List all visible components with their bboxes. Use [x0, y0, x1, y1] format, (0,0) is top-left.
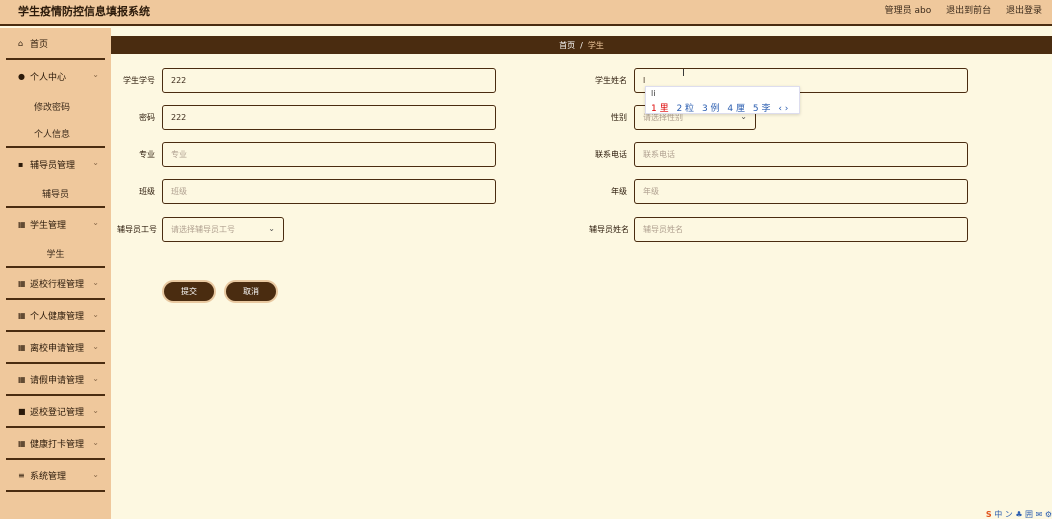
sidebar-item-counselor-mgmt[interactable]: ▪ 辅导员管理 ⌄ [6, 148, 105, 180]
sidebar-item-leave-school-mgmt[interactable]: ▦ 离校申请管理 ⌄ [6, 332, 105, 364]
sidebar-item-return-trip-mgmt[interactable]: ▦ 返校行程管理 ⌄ [6, 268, 105, 300]
chevron-down-icon: ⌄ [92, 310, 99, 319]
phone-field[interactable]: 联系电话 [634, 142, 968, 167]
sidebar-item-return-register-mgmt[interactable]: ■ 返校登记管理 ⌄ [6, 396, 105, 428]
ime-candidate-popup: li 1 里 2 粒 3 例 4 厘 5 李 ‹ › [645, 86, 800, 114]
menu-icon: ≡ [18, 470, 25, 480]
sidebar-item-label: 返校登记管理 [30, 407, 85, 418]
sidebar-item-label: 辅导员管理 [30, 160, 76, 171]
user-icon: ● [18, 71, 25, 81]
ime-candidate-list: 1 里 2 粒 3 例 4 厘 5 李 ‹ › [651, 101, 793, 114]
counselor-id-select[interactable]: 请选择辅导员工号 ⌄ [162, 217, 284, 242]
counselor-id-select-placeholder: 请选择辅导员工号 [171, 225, 235, 234]
chevron-down-icon: ⌄ [92, 438, 99, 447]
grade-field[interactable]: 年级 [634, 179, 968, 204]
grid-icon: ▦ [18, 278, 26, 288]
top-header: 学生疫情防控信息填报系统 管理员 abo 退出到前台 退出登录 [0, 0, 1052, 26]
home-icon: ⌂ [18, 38, 24, 48]
ime-candidate[interactable]: 4 厘 [727, 104, 745, 114]
breadcrumb-current: 学生 [587, 40, 604, 50]
cancel-button[interactable]: 取消 [224, 280, 278, 303]
text-cursor-icon: I [682, 68, 685, 79]
major-label: 专业 [139, 150, 155, 159]
breadcrumb-separator: / [580, 40, 583, 50]
phone-label: 联系电话 [595, 150, 627, 159]
student-id-label: 学生学号 [123, 76, 155, 85]
sidebar-item-student[interactable]: 学生 [6, 240, 105, 268]
grid-icon: ▦ [18, 310, 26, 320]
sidebar-item-label: 请假申请管理 [30, 375, 85, 386]
breadcrumb-home[interactable]: 首页 [559, 40, 575, 51]
sidebar-item-student-mgmt[interactable]: ▦ 学生管理 ⌄ [6, 208, 105, 240]
sidebar: ⌂ 首页 ● 个人中心 ⌄ 修改密码 个人信息 ▪ 辅导员管理 ⌄ 辅导员 ▦ … [0, 28, 111, 519]
sidebar-item-personal-center[interactable]: ● 个人中心 ⌄ [6, 60, 105, 92]
sidebar-item-label: 个人健康管理 [30, 311, 85, 322]
grid-icon: ▦ [18, 342, 26, 352]
chevron-down-icon: ⌄ [92, 278, 99, 287]
chevron-down-icon: ⌄ [92, 158, 99, 167]
counselor-name-label: 辅导员姓名 [589, 225, 629, 234]
grid-icon: ▦ [18, 438, 26, 448]
sidebar-item-label: 学生管理 [30, 220, 67, 231]
gender-label: 性别 [611, 113, 627, 122]
lock-icon: ▪ [18, 159, 24, 169]
sidebar-item-label: 首页 [30, 39, 49, 50]
ime-candidate[interactable]: 3 例 [702, 104, 720, 114]
sidebar-item-label: 离校申请管理 [30, 343, 85, 354]
counselor-name-field[interactable]: 辅导员姓名 [634, 217, 968, 242]
grid-icon: ▦ [18, 219, 26, 229]
chevron-down-icon: ⌄ [92, 70, 99, 79]
class-label: 班级 [139, 187, 155, 196]
ime-candidate[interactable]: 1 里 [651, 104, 669, 114]
ime-tray-text[interactable]: 中 ン ♣ 囲 ✉ ⚙ [994, 510, 1052, 519]
breadcrumb: 首页 / 学生 [111, 36, 1052, 54]
chevron-down-icon: ⌄ [268, 224, 275, 233]
app-title: 学生疫情防控信息填报系统 [18, 5, 150, 18]
sidebar-item-label: 返校行程管理 [30, 279, 85, 290]
ime-logo-icon[interactable]: S [986, 510, 992, 519]
logout-link[interactable]: 退出登录 [1006, 6, 1042, 16]
front-page-link[interactable]: 退出到前台 [946, 6, 991, 16]
chevron-down-icon: ⌄ [92, 218, 99, 227]
square-icon: ■ [18, 406, 26, 416]
submit-button[interactable]: 提交 [162, 280, 216, 303]
sidebar-item-label: 个人中心 [30, 72, 67, 83]
chevron-down-icon: ⌄ [92, 374, 99, 383]
sidebar-item-checkin-mgmt[interactable]: ▦ 健康打卡管理 ⌄ [6, 428, 105, 460]
current-user-label: 管理员 abo [884, 6, 932, 16]
grade-label: 年级 [611, 187, 627, 196]
sidebar-item-personal-info[interactable]: 个人信息 [6, 120, 105, 148]
major-field[interactable]: 专业 [162, 142, 496, 167]
sidebar-item-health-mgmt[interactable]: ▦ 个人健康管理 ⌄ [6, 300, 105, 332]
ime-tray: S 中 ン ♣ 囲 ✉ ⚙ [986, 509, 1052, 519]
sidebar-item-label: 健康打卡管理 [30, 439, 85, 450]
chevron-down-icon: ⌄ [92, 470, 99, 479]
password-field[interactable]: 222 [162, 105, 496, 130]
chevron-down-icon: ⌄ [92, 342, 99, 351]
class-field[interactable]: 班级 [162, 179, 496, 204]
sidebar-item-home[interactable]: ⌂ 首页 [6, 28, 105, 60]
chevron-down-icon: ⌄ [92, 406, 99, 415]
ime-page-arrows[interactable]: ‹ › [778, 104, 788, 114]
sidebar-item-counselor[interactable]: 辅导员 [6, 180, 105, 208]
header-actions: 管理员 abo 退出到前台 退出登录 [873, 3, 1042, 16]
ime-candidate[interactable]: 5 李 [753, 104, 771, 114]
sidebar-item-change-password[interactable]: 修改密码 [6, 92, 105, 120]
sidebar-item-label: 系统管理 [30, 471, 67, 482]
ime-typed-text: li [651, 89, 656, 98]
password-label: 密码 [139, 113, 155, 122]
grid-icon: ▦ [18, 374, 26, 384]
ime-candidate[interactable]: 2 粒 [676, 104, 694, 114]
student-name-label: 学生姓名 [595, 76, 627, 85]
counselor-id-label: 辅导员工号 [117, 225, 157, 234]
sidebar-item-leave-request-mgmt[interactable]: ▦ 请假申请管理 ⌄ [6, 364, 105, 396]
student-id-field[interactable]: 222 [162, 68, 496, 93]
sidebar-item-system-mgmt[interactable]: ≡ 系统管理 ⌄ [6, 460, 105, 492]
